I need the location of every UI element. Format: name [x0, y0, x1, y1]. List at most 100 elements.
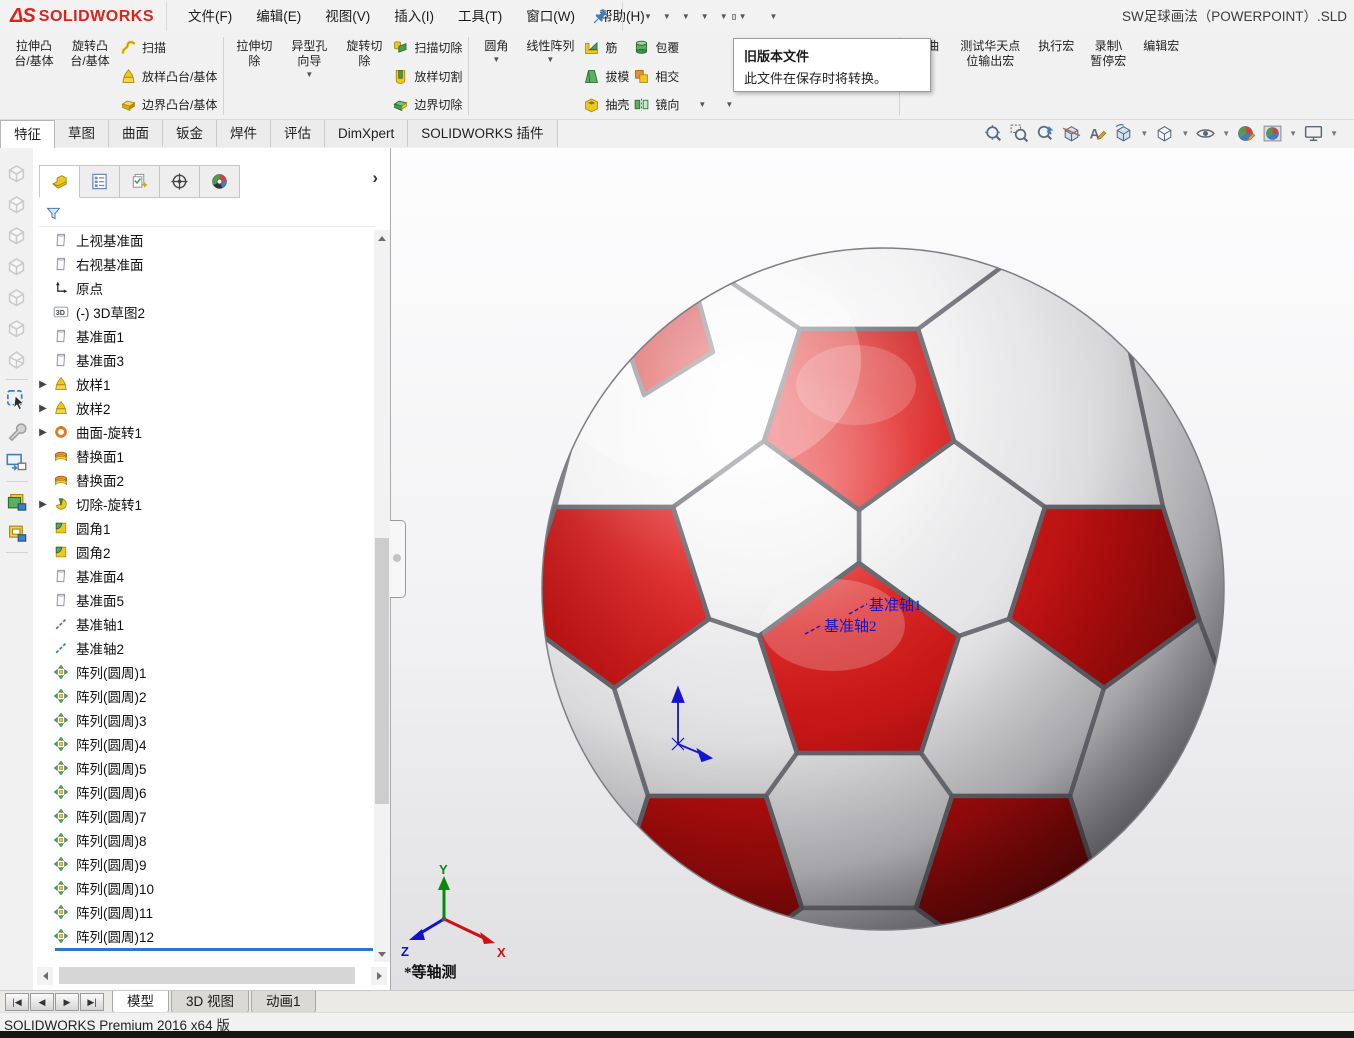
- dropdown-caret-icon[interactable]: ▼: [1330, 129, 1338, 138]
- dropdown-caret-icon[interactable]: ▼: [739, 12, 747, 21]
- tree-item-放样2[interactable]: ▶放样2: [33, 396, 373, 420]
- display-style-button[interactable]: [1153, 122, 1176, 145]
- dropdown-caret-icon[interactable]: ▼: [682, 12, 690, 21]
- dropdown-caret-icon[interactable]: ▼: [1289, 129, 1297, 138]
- menu-item-1[interactable]: 编辑(E): [244, 0, 313, 33]
- view-settings-button[interactable]: [1302, 122, 1325, 145]
- dropdown-caret-icon[interactable]: ▼: [546, 55, 554, 64]
- scrollbar-thumb[interactable]: [375, 538, 389, 804]
- tab-焊件[interactable]: 焊件: [217, 120, 271, 147]
- tree-item-圆角2[interactable]: 圆角2: [33, 540, 373, 564]
- tree-item-切除-旋转1[interactable]: ▶切除-旋转1: [33, 492, 373, 516]
- menu-item-4[interactable]: 工具(T): [446, 0, 514, 33]
- tree-item-基准轴2[interactable]: 基准轴2: [33, 636, 373, 660]
- menu-item-3[interactable]: 插入(I): [382, 0, 446, 33]
- tree-item-基准面4[interactable]: 基准面4: [33, 564, 373, 588]
- tree-item-圆角1[interactable]: 圆角1: [33, 516, 373, 540]
- tree-item-放样1[interactable]: ▶放样1: [33, 372, 373, 396]
- cube-gray-button[interactable]: [5, 255, 28, 278]
- tab-曲面[interactable]: 曲面: [109, 120, 163, 147]
- hide-show-button[interactable]: [1194, 122, 1217, 145]
- extrude-boss-button[interactable]: 拉伸凸台/基体: [6, 34, 62, 118]
- scroll-left-button[interactable]: [37, 967, 53, 985]
- edit-macro-button[interactable]: 编辑宏: [1134, 34, 1188, 118]
- expand-arrow-icon[interactable]: ▶: [33, 427, 53, 438]
- fm-config-tab[interactable]: [120, 165, 160, 198]
- tree-item-基准面1[interactable]: 基准面1: [33, 324, 373, 348]
- dropdown-caret-icon[interactable]: ▼: [644, 12, 652, 21]
- doc-tab-模型[interactable]: 模型: [112, 991, 169, 1013]
- pin-icon[interactable]: [592, 6, 610, 26]
- loft-cut-button[interactable]: 放样切割: [392, 66, 462, 87]
- cube-gray-button[interactable]: [5, 224, 28, 247]
- shell-button[interactable]: 抽壳: [583, 94, 629, 115]
- callout-axis2[interactable]: 基准轴2: [824, 618, 877, 635]
- annotation-button[interactable]: A: [1086, 122, 1109, 145]
- tab-nav-button-1[interactable]: ◀: [30, 993, 54, 1011]
- revolve-boss-button[interactable]: 旋转凸台/基体: [62, 34, 118, 118]
- tab-dimxpert[interactable]: DimXpert: [325, 120, 408, 147]
- tab-nav-button-2[interactable]: ▶: [55, 993, 79, 1011]
- view-orientation-button[interactable]: [1112, 122, 1135, 145]
- expand-arrow-icon[interactable]: ▶: [33, 379, 53, 390]
- tree-item-阵列(圆周)8[interactable]: 阵列(圆周)8: [33, 828, 373, 852]
- dropdown-caret-icon[interactable]: ▼: [725, 100, 733, 109]
- rib-button[interactable]: 筋: [583, 37, 629, 58]
- expand-panel-chevron-icon[interactable]: ›: [372, 168, 378, 188]
- dropdown-caret-icon[interactable]: ▼: [1140, 129, 1148, 138]
- doc-tab-动画1[interactable]: 动画1: [251, 991, 316, 1013]
- fm-part-tab[interactable]: [39, 165, 80, 198]
- options-list-button[interactable]: [757, 14, 761, 20]
- record-macro-button[interactable]: 录制\暂停宏: [1082, 34, 1134, 118]
- gear-button[interactable]: [763, 14, 767, 20]
- dropdown-caret-icon[interactable]: ▼: [770, 12, 778, 21]
- tree-item-阵列(圆周)5[interactable]: 阵列(圆周)5: [33, 756, 373, 780]
- tab-评估[interactable]: 评估: [271, 120, 325, 147]
- linear-pattern-button[interactable]: 线性阵列▼: [519, 34, 581, 118]
- stoplight-button[interactable]: [751, 14, 755, 20]
- fillet-button[interactable]: 圆角▼: [473, 34, 519, 118]
- cube-gray-button[interactable]: [5, 317, 28, 340]
- tab-nav-button-3[interactable]: ▶|: [80, 993, 104, 1011]
- tab-nav-button-0[interactable]: |◀: [5, 993, 29, 1011]
- menu-item-5[interactable]: 窗口(W): [514, 0, 587, 33]
- menu-item-0[interactable]: 文件(F): [176, 0, 244, 33]
- tree-item-基准面3[interactable]: 基准面3: [33, 348, 373, 372]
- fm-dimxpert-tab[interactable]: [160, 165, 200, 198]
- rollback-bar[interactable]: [55, 948, 373, 951]
- tree-item-原点[interactable]: 原点: [33, 276, 373, 300]
- tree-item-阵列(圆周)9[interactable]: 阵列(圆周)9: [33, 852, 373, 876]
- open-doc-button[interactable]: [656, 14, 660, 20]
- apply-scene-button[interactable]: [1261, 122, 1284, 145]
- wrap-button[interactable]: 包覆: [633, 37, 733, 58]
- expand-arrow-icon[interactable]: ▶: [33, 499, 53, 510]
- extrude-cut-button[interactable]: 拉伸切除: [228, 34, 280, 118]
- run-macro-button[interactable]: 执行宏: [1030, 34, 1082, 118]
- expand-arrow-icon[interactable]: ▶: [33, 403, 53, 414]
- tab-草图[interactable]: 草图: [55, 120, 109, 147]
- tab-特征[interactable]: 特征: [0, 120, 55, 150]
- save-warning-button[interactable]: [675, 14, 679, 20]
- dropdown-caret-icon[interactable]: ▼: [698, 100, 706, 109]
- soccer-ball-model[interactable]: 基准轴1 基准轴2 Y X Z: [391, 148, 1354, 990]
- cube-gray-button[interactable]: [5, 286, 28, 309]
- tree-item-阵列(圆周)1[interactable]: 阵列(圆周)1: [33, 660, 373, 684]
- tree-item-阵列(圆周)2[interactable]: 阵列(圆周)2: [33, 684, 373, 708]
- undo-button[interactable]: [713, 14, 717, 20]
- dropdown-caret-icon[interactable]: ▼: [492, 55, 500, 64]
- fm-appearance-tab[interactable]: [200, 165, 240, 198]
- tree-item-替换面2[interactable]: 替换面2: [33, 468, 373, 492]
- tree-item-阵列(圆周)6[interactable]: 阵列(圆周)6: [33, 780, 373, 804]
- dropdown-caret-icon[interactable]: ▼: [305, 70, 313, 79]
- zoom-area-button[interactable]: [1008, 122, 1031, 145]
- tree-item-曲面-旋转1[interactable]: ▶曲面-旋转1: [33, 420, 373, 444]
- tree-item-基准面5[interactable]: 基准面5: [33, 588, 373, 612]
- callout-axis1[interactable]: 基准轴1: [869, 597, 922, 614]
- tree-item-阵列(圆周)11[interactable]: 阵列(圆周)11: [33, 900, 373, 924]
- zoom-cursor-button[interactable]: [1034, 122, 1057, 145]
- doc-tab-3d-视图[interactable]: 3D 视图: [171, 991, 249, 1013]
- wrench-button[interactable]: [5, 419, 28, 442]
- boundary-cut-button[interactable]: 边界切除: [392, 94, 462, 115]
- tree-item-阵列(圆周)12[interactable]: 阵列(圆周)12: [33, 924, 373, 948]
- tree-filter-bar[interactable]: [39, 200, 375, 227]
